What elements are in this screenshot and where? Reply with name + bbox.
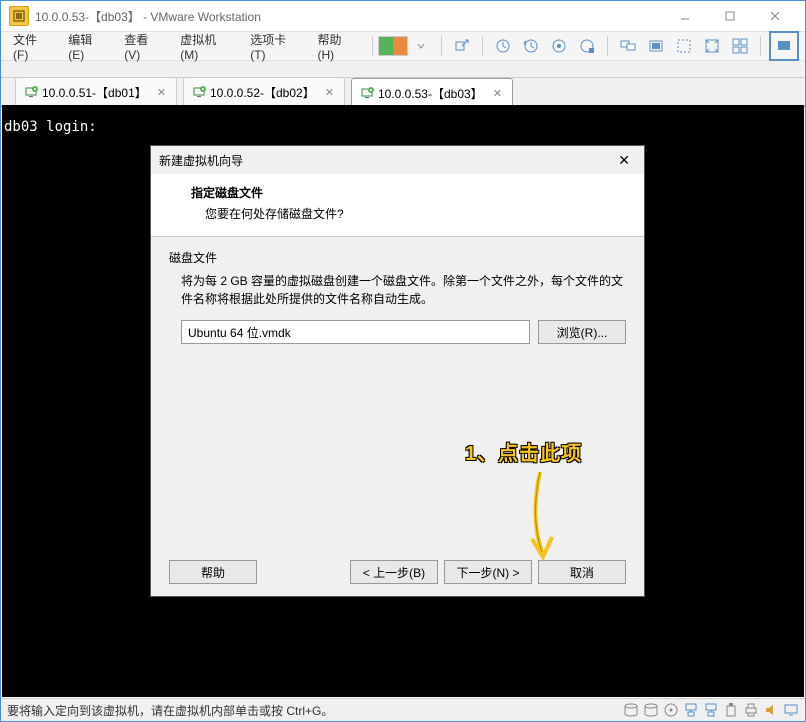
snapshot-restore-icon[interactable] <box>519 34 543 58</box>
vm-tab-db02[interactable]: 10.0.0.52-【db02】 ✕ <box>183 77 345 106</box>
tab-close-icon[interactable]: ✕ <box>323 86 336 99</box>
fit-guest-icon[interactable] <box>672 34 696 58</box>
back-button[interactable]: < 上一步(B) <box>350 560 438 584</box>
send-input-icon[interactable] <box>450 34 474 58</box>
snapshot-manage-icon[interactable] <box>575 34 599 58</box>
disk-file-row: 浏览(R)... <box>169 320 626 344</box>
multi-monitor-icon[interactable] <box>616 34 640 58</box>
dialog-body: 磁盘文件 将为每 2 GB 容量的虚拟磁盘创建一个磁盘文件。除第一个文件之外，每… <box>151 237 644 356</box>
maximize-button[interactable] <box>707 2 752 30</box>
vmware-logo-icon <box>9 6 29 26</box>
minimize-button[interactable] <box>662 2 707 30</box>
menubar: 文件(F) 编辑(E) 查看(V) 虚拟机(M) 选项卡(T) 帮助(H) <box>1 31 805 61</box>
browse-button[interactable]: 浏览(R)... <box>538 320 626 344</box>
display-icon[interactable] <box>783 702 799 718</box>
disk-file-group-label: 磁盘文件 <box>169 249 626 266</box>
usb-icon[interactable] <box>723 702 739 718</box>
separator <box>760 36 761 56</box>
vm-tab-db01[interactable]: 10.0.0.51-【db01】 ✕ <box>15 77 177 106</box>
disk-file-input[interactable] <box>181 320 530 344</box>
close-button[interactable] <box>752 2 797 30</box>
tab-label: 10.0.0.52-【db02】 <box>210 84 315 101</box>
window-title: 10.0.0.53-【db03】 - VMware Workstation <box>35 8 662 25</box>
window-controls <box>662 2 797 30</box>
dialog-heading: 指定磁盘文件 <box>191 184 626 201</box>
menu-file[interactable]: 文件(F) <box>5 27 60 66</box>
stretch-icon[interactable] <box>700 34 724 58</box>
separator <box>607 36 608 56</box>
new-vm-wizard-dialog: 新建虚拟机向导 ✕ 指定磁盘文件 您要在何处存储磁盘文件? 磁盘文件 将为每 2… <box>150 145 645 597</box>
vm-icon <box>24 85 38 99</box>
status-message: 要将输入定向到该虚拟机，请在虚拟机内部单击或按 Ctrl+G。 <box>7 702 623 719</box>
tab-label: 10.0.0.53-【db03】 <box>378 85 483 102</box>
menu-tabs[interactable]: 选项卡(T) <box>242 27 309 66</box>
dialog-titlebar: 新建虚拟机向导 ✕ <box>151 146 644 174</box>
dialog-close-icon[interactable]: ✕ <box>612 150 636 171</box>
menu-view[interactable]: 查看(V) <box>116 27 172 66</box>
chevron-down-icon[interactable] <box>409 34 433 58</box>
menu-edit[interactable]: 编辑(E) <box>60 27 116 66</box>
statusbar: 要将输入定向到该虚拟机，请在虚拟机内部单击或按 Ctrl+G。 <box>1 698 805 721</box>
sound-icon[interactable] <box>763 702 779 718</box>
tabbar: 10.0.0.51-【db01】 ✕ 10.0.0.52-【db02】 ✕ 10… <box>1 78 805 107</box>
menu-vm[interactable]: 虚拟机(M) <box>172 27 242 66</box>
disk-icon[interactable] <box>623 702 639 718</box>
playpause-button[interactable] <box>381 34 405 58</box>
dialog-header: 指定磁盘文件 您要在何处存储磁盘文件? <box>151 174 644 237</box>
vm-icon <box>360 86 374 100</box>
tab-close-icon[interactable]: ✕ <box>491 87 504 100</box>
printer-icon[interactable] <box>743 702 759 718</box>
console-line: db03 login: <box>4 119 802 135</box>
network2-icon[interactable] <box>703 702 719 718</box>
separator <box>441 36 442 56</box>
menu-help[interactable]: 帮助(H) <box>310 27 367 66</box>
cd-icon[interactable] <box>663 702 679 718</box>
unity-icon[interactable] <box>644 34 668 58</box>
network-icon[interactable] <box>683 702 699 718</box>
dialog-title: 新建虚拟机向导 <box>159 152 612 169</box>
separator <box>482 36 483 56</box>
cancel-button[interactable]: 取消 <box>538 560 626 584</box>
dialog-subheading: 您要在何处存储磁盘文件? <box>191 205 626 222</box>
help-button[interactable]: 帮助 <box>169 560 257 584</box>
app-window: 10.0.0.53-【db03】 - VMware Workstation 文件… <box>0 0 806 722</box>
snapshot-icon[interactable] <box>491 34 515 58</box>
next-button[interactable]: 下一步(N) > <box>444 560 532 584</box>
snapshot-point-icon[interactable] <box>547 34 571 58</box>
fullscreen-icon[interactable] <box>769 31 799 61</box>
tab-close-icon[interactable]: ✕ <box>155 86 168 99</box>
thumbnail-icon[interactable] <box>728 34 752 58</box>
disk-file-group-text: 将为每 2 GB 容量的虚拟磁盘创建一个磁盘文件。除第一个文件之外，每个文件的文… <box>169 272 626 308</box>
vm-icon <box>192 85 206 99</box>
dialog-buttons: 帮助 < 上一步(B) 下一步(N) > 取消 <box>169 560 626 584</box>
separator <box>372 36 373 56</box>
tab-label: 10.0.0.51-【db01】 <box>42 84 147 101</box>
vm-tab-db03[interactable]: 10.0.0.53-【db03】 ✕ <box>351 78 513 107</box>
disk2-icon[interactable] <box>643 702 659 718</box>
status-icons <box>623 702 799 718</box>
